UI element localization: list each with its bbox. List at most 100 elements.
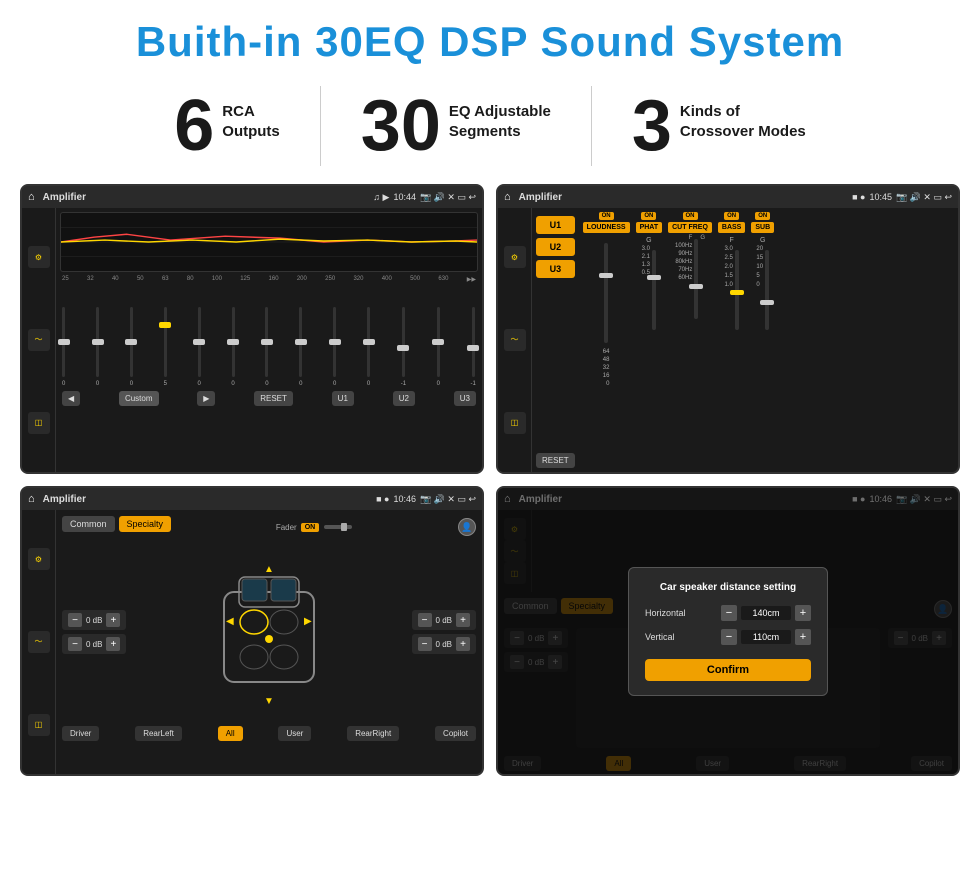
- eq-slider-9: 0: [367, 307, 370, 387]
- eq-slider-3: 5: [164, 307, 167, 387]
- crossover-main-area: U1 U2 U3 RESET ON LOUDNESS: [532, 208, 958, 472]
- horizontal-minus-btn[interactable]: −: [721, 605, 737, 621]
- crossover-u1-btn[interactable]: U1: [536, 216, 575, 234]
- stat-text-rca: RCA Outputs: [222, 90, 280, 141]
- crossover-u3-btn[interactable]: U3: [536, 260, 575, 278]
- eq-u3-btn[interactable]: U3: [454, 391, 476, 406]
- page-title: Buith-in 30EQ DSP Sound System: [0, 0, 980, 76]
- eq-slider-4: 0: [198, 307, 201, 387]
- db-minus-fr[interactable]: −: [418, 613, 432, 627]
- eq-slider-6: 0: [265, 307, 268, 387]
- fader-tab-common[interactable]: Common: [62, 516, 115, 532]
- eq-bottom-controls: ◀ Custom ▶ RESET U1 U2 U3: [60, 391, 478, 406]
- crossover-sidebar-icon-2[interactable]: 〜: [504, 329, 526, 351]
- eq-u1-btn[interactable]: U1: [332, 391, 354, 406]
- sub-label: SUB: [751, 222, 774, 233]
- vertical-ctrl: − 110cm +: [721, 629, 811, 645]
- crossover-sidebar-icon-1[interactable]: ⚙: [504, 246, 526, 268]
- eq-time: 10:44: [393, 192, 416, 202]
- stat-number-rca: 6: [174, 90, 214, 162]
- loudness-on: ON: [599, 212, 614, 220]
- fader-left-sidebar: ⚙ 〜 ◫: [22, 510, 56, 774]
- fader-status-icons: 📷 🔊 ✕ ▭ ↩: [420, 494, 476, 505]
- fader-tab-specialty[interactable]: Specialty: [119, 516, 172, 532]
- crossover-left-sidebar: ⚙ 〜 ◫: [498, 208, 532, 472]
- fader-user-btn[interactable]: User: [278, 726, 311, 741]
- eq-custom-btn[interactable]: Custom: [119, 391, 159, 406]
- stat-eq: 30 EQ Adjustable Segments: [321, 90, 591, 162]
- eq-status-icons: 📷 🔊 ✕ ▭ ↩: [420, 192, 476, 203]
- sub-on: ON: [755, 212, 770, 220]
- fader-bottom-row: Driver RearLeft All User RearRight Copil…: [62, 726, 476, 741]
- fader-driver-btn[interactable]: Driver: [62, 726, 99, 741]
- eq-slider-12: -1: [471, 307, 476, 387]
- eq-left-sidebar: ⚙ 〜 ◫: [22, 208, 56, 472]
- eq-status-bar: ⌂ Amplifier ♫ ▶ 10:44 📷 🔊 ✕ ▭ ↩: [22, 186, 482, 208]
- ctrl-bass: ON BASS F 3.02.52.01.51.0: [718, 212, 745, 468]
- phat-on: ON: [641, 212, 656, 220]
- db-control-rr: − 0 dB +: [412, 634, 476, 654]
- dialog-horizontal-row: Horizontal − 140cm +: [645, 605, 811, 621]
- db-control-fl: − 0 dB +: [62, 610, 126, 630]
- screens-grid: ⌂ Amplifier ♫ ▶ 10:44 📷 🔊 ✕ ▭ ↩ ⚙ 〜 ◫: [0, 184, 980, 776]
- crossover-u2-btn[interactable]: U2: [536, 238, 575, 256]
- fader-on-toggle[interactable]: ON: [301, 523, 320, 532]
- car-diagram-svg: ◀ ▶ ▲ ▼: [204, 552, 334, 712]
- fader-rearright-btn[interactable]: RearRight: [347, 726, 399, 741]
- eq-music-icon: ♫ ▶: [373, 192, 389, 203]
- eq-play-btn[interactable]: ▶: [197, 391, 215, 406]
- distance-dialog: Car speaker distance setting Horizontal …: [628, 567, 828, 696]
- svg-text:▲: ▲: [264, 564, 274, 575]
- loudness-label: LOUDNESS: [583, 222, 630, 233]
- eq-slider-11: 0: [437, 307, 440, 387]
- stat-number-eq: 30: [361, 90, 441, 162]
- cutfreq-label: CUT FREQ: [668, 222, 712, 233]
- eq-sidebar-icon-3[interactable]: ◫: [28, 412, 50, 434]
- eq-slider-5: 0: [231, 307, 234, 387]
- db-plus-rr[interactable]: +: [456, 637, 470, 651]
- eq-prev-btn[interactable]: ◀: [62, 391, 80, 406]
- eq-freq-labels: 253240506380 100125160200250320 40050063…: [60, 276, 478, 283]
- fader-sidebar-icon-2[interactable]: 〜: [28, 631, 50, 653]
- db-minus-rr[interactable]: −: [418, 637, 432, 651]
- vertical-plus-btn[interactable]: +: [795, 629, 811, 645]
- svg-text:▶: ▶: [304, 616, 312, 627]
- vertical-minus-btn[interactable]: −: [721, 629, 737, 645]
- fader-sidebar-icon-1[interactable]: ⚙: [28, 548, 50, 570]
- crossover-status-icons: 📷 🔊 ✕ ▭ ↩: [896, 192, 952, 203]
- fader-title: Amplifier: [43, 494, 372, 505]
- eq-u2-btn[interactable]: U2: [393, 391, 415, 406]
- crossover-reset-btn[interactable]: RESET: [536, 453, 575, 468]
- eq-sliders: 0 0 0 5 0: [60, 287, 478, 387]
- eq-sidebar-icon-1[interactable]: ⚙: [28, 246, 50, 268]
- crossover-home-icon: ⌂: [504, 191, 511, 203]
- db-plus-fl[interactable]: +: [106, 613, 120, 627]
- eq-sidebar-icon-2[interactable]: 〜: [28, 329, 50, 351]
- horizontal-plus-btn[interactable]: +: [795, 605, 811, 621]
- eq-reset-btn[interactable]: RESET: [254, 391, 293, 406]
- eq-slider-0: 0: [62, 307, 65, 387]
- eq-main-area: 253240506380 100125160200250320 40050063…: [56, 208, 482, 472]
- crossover-time: 10:45: [869, 192, 892, 202]
- fader-copilot-btn[interactable]: Copilot: [435, 726, 476, 741]
- fader-all-btn[interactable]: All: [218, 726, 243, 741]
- db-control-rl: − 0 dB +: [62, 634, 126, 654]
- crossover-screen: ⌂ Amplifier ■ ● 10:45 📷 🔊 ✕ ▭ ↩ ⚙ 〜 ◫ U1…: [496, 184, 960, 474]
- fader-label: Fader: [276, 523, 297, 532]
- horizontal-value: 140cm: [741, 606, 791, 620]
- horizontal-ctrl: − 140cm +: [721, 605, 811, 621]
- horizontal-label: Horizontal: [645, 608, 686, 618]
- dialog-heading: Car speaker distance setting: [645, 582, 811, 593]
- eq-slider-2: 0: [130, 307, 133, 387]
- fader-rearleft-btn[interactable]: RearLeft: [135, 726, 182, 741]
- db-minus-rl[interactable]: −: [68, 637, 82, 651]
- confirm-button[interactable]: Confirm: [645, 659, 811, 681]
- crossover-sidebar-icon-3[interactable]: ◫: [504, 412, 526, 434]
- db-minus-fl[interactable]: −: [68, 613, 82, 627]
- db-plus-rl[interactable]: +: [106, 637, 120, 651]
- db-plus-fr[interactable]: +: [456, 613, 470, 627]
- fader-sidebar-icon-3[interactable]: ◫: [28, 714, 50, 736]
- ctrl-cutfreq: ON CUT FREQ F 100Hz90Hz80kHz70Hz60Hz: [668, 212, 712, 468]
- eq-screen: ⌂ Amplifier ♫ ▶ 10:44 📷 🔊 ✕ ▭ ↩ ⚙ 〜 ◫: [20, 184, 484, 474]
- fader-home-icon: ⌂: [28, 493, 35, 505]
